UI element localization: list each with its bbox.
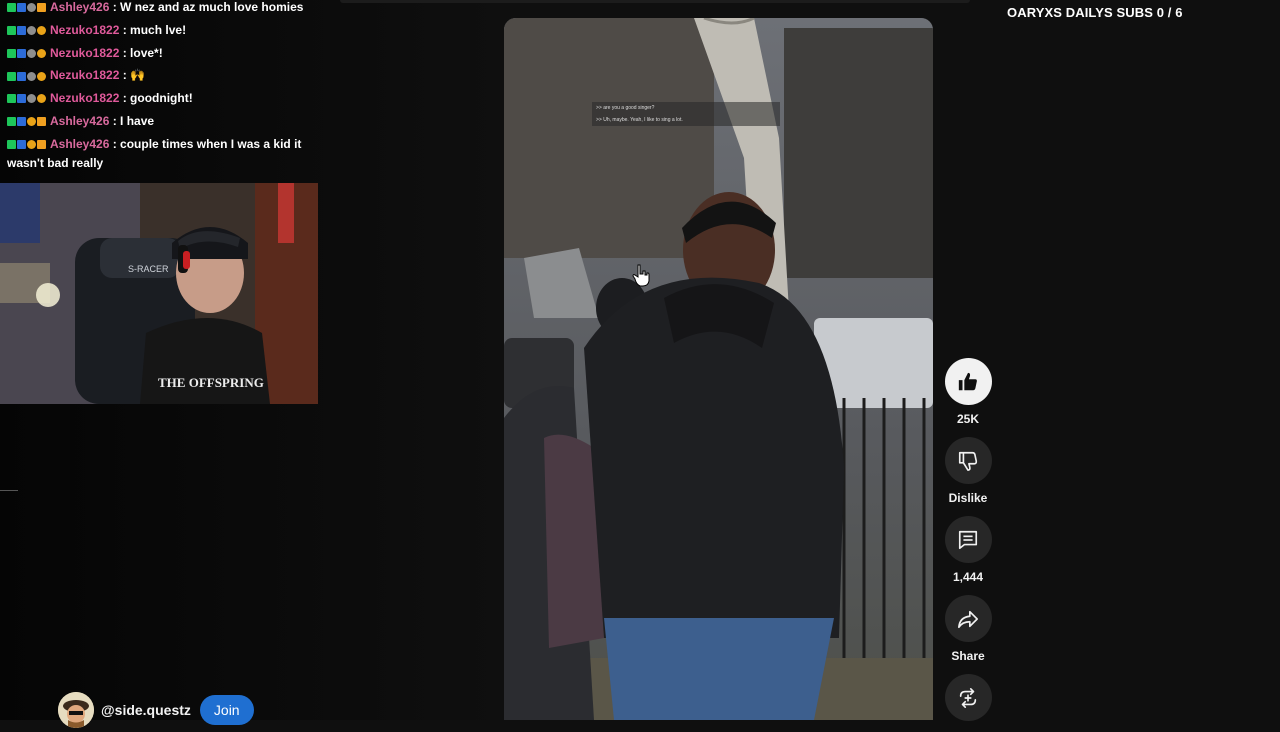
- badge-icon: [37, 71, 46, 81]
- like-button[interactable]: [944, 358, 992, 405]
- chat-separator: :: [109, 136, 121, 151]
- chat-username: Nezuko1822: [50, 45, 120, 60]
- remix-action: [944, 674, 992, 721]
- share-icon: [958, 610, 978, 628]
- chat-username: Ashley426: [50, 114, 110, 129]
- chat-username: Ashley426: [50, 0, 110, 14]
- chat-message: Ashley426 : W nez and az much love homie…: [7, 0, 307, 19]
- top-divider: [340, 0, 970, 3]
- badge-icon: [37, 25, 46, 35]
- stream-chat: Ashley426 : W nez and az much love homie…: [7, 0, 307, 174]
- chat-separator: :: [119, 22, 131, 37]
- channel-info: @side.questz Join: [58, 692, 254, 728]
- shorts-action-bar: 25K Dislike 1,444 Share: [944, 358, 992, 732]
- comment-count: 1,444: [952, 570, 984, 584]
- chat-emote: 🙌: [130, 68, 145, 83]
- chat-badges: [7, 20, 47, 42]
- badge-icon: [17, 94, 26, 104]
- chat-text: W nez and az much love homies: [120, 0, 304, 14]
- share-button[interactable]: [944, 595, 992, 642]
- dislike-label: Dislike: [948, 491, 988, 505]
- subs-goal-counter: OARYXS DAILYS SUBS 0 / 6: [1007, 5, 1183, 20]
- badge-icon: [27, 117, 36, 127]
- chat-text: goodnight!: [130, 91, 193, 106]
- badge-icon: [27, 94, 36, 104]
- badge-icon: [7, 117, 16, 127]
- remix-icon: [959, 687, 977, 708]
- streamer-webcam: S-RACER THE OFFSPRING: [0, 183, 318, 404]
- chat-message: Nezuko1822 : goodnight!: [7, 87, 307, 110]
- shirt-text: THE OFFSPRING: [158, 375, 264, 390]
- share-label: Share: [951, 649, 985, 663]
- badge-icon: [7, 48, 16, 58]
- share-action: Share: [944, 595, 992, 663]
- chat-badges: [7, 88, 47, 110]
- badge-icon: [37, 140, 46, 150]
- remix-button[interactable]: [944, 674, 992, 721]
- avatar-image: [58, 692, 94, 728]
- webcam-scene: S-RACER THE OFFSPRING: [0, 183, 318, 404]
- avatar[interactable]: [58, 692, 94, 728]
- chair-brand: S-RACER: [128, 264, 169, 274]
- dislike-action: Dislike: [944, 437, 992, 505]
- mouse-cursor-icon: [632, 264, 650, 293]
- badge-icon: [17, 48, 26, 58]
- chat-username: Nezuko1822: [50, 91, 120, 106]
- badge-icon: [17, 71, 26, 81]
- badge-icon: [7, 140, 16, 150]
- caption-line: >> are you a good singer?: [596, 105, 655, 111]
- chat-message: Ashley426 : couple times when I was a ki…: [7, 133, 307, 174]
- chat-badges: [7, 111, 47, 133]
- chat-separator: :: [119, 91, 131, 106]
- badge-icon: [37, 3, 46, 13]
- video-captions: >> are you a good singer? >> Uh, maybe. …: [592, 102, 780, 126]
- chat-message: Nezuko1822 : love*!: [7, 42, 307, 65]
- chat-separator: :: [119, 68, 131, 83]
- chat-message: Nezuko1822 : much lve!: [7, 19, 307, 42]
- chat-badges: [7, 0, 47, 17]
- chat-text: I have: [120, 114, 155, 129]
- channel-handle[interactable]: @side.questz: [101, 702, 191, 718]
- chat-message: Ashley426 : I have: [7, 110, 307, 133]
- badge-icon: [17, 117, 26, 127]
- chat-username: Nezuko1822: [50, 68, 120, 83]
- chat-separator: :: [109, 0, 121, 14]
- badge-icon: [17, 25, 26, 35]
- like-count: 25K: [956, 412, 979, 426]
- caption-line: >> Uh, maybe. Yeah, I like to sing a lot…: [596, 117, 683, 123]
- badge-icon: [17, 140, 26, 150]
- badge-icon: [27, 25, 36, 35]
- badge-icon: [37, 94, 46, 104]
- chat-badges: [7, 65, 47, 87]
- badge-icon: [37, 117, 46, 127]
- chat-username: Nezuko1822: [50, 22, 120, 37]
- dislike-button[interactable]: [944, 437, 992, 484]
- badge-icon: [27, 71, 36, 81]
- comments-action: 1,444: [944, 516, 992, 584]
- chat-message: Nezuko1822 : 🙌: [7, 64, 307, 87]
- badge-icon: [27, 3, 36, 13]
- chat-username: Ashley426: [50, 136, 110, 151]
- chat-text: much lve!: [130, 22, 187, 37]
- badge-icon: [17, 3, 26, 13]
- chat-badges: [7, 136, 47, 154]
- badge-icon: [27, 140, 36, 150]
- badge-icon: [37, 48, 46, 58]
- chat-text: love*!: [130, 45, 163, 60]
- thumbs-up-icon: [958, 372, 977, 390]
- badge-icon: [7, 25, 16, 35]
- chat-separator: :: [119, 45, 131, 60]
- chat-badges: [7, 42, 47, 64]
- join-button[interactable]: Join: [199, 695, 254, 725]
- badge-icon: [7, 94, 16, 104]
- left-divider: [0, 490, 18, 491]
- badge-icon: [7, 3, 16, 13]
- like-action: 25K: [944, 358, 992, 426]
- comment-icon: [958, 530, 978, 549]
- comments-button[interactable]: [944, 516, 992, 563]
- chat-separator: :: [109, 114, 121, 129]
- thumbs-down-icon: [958, 451, 978, 471]
- badge-icon: [27, 48, 36, 58]
- badge-icon: [7, 71, 16, 81]
